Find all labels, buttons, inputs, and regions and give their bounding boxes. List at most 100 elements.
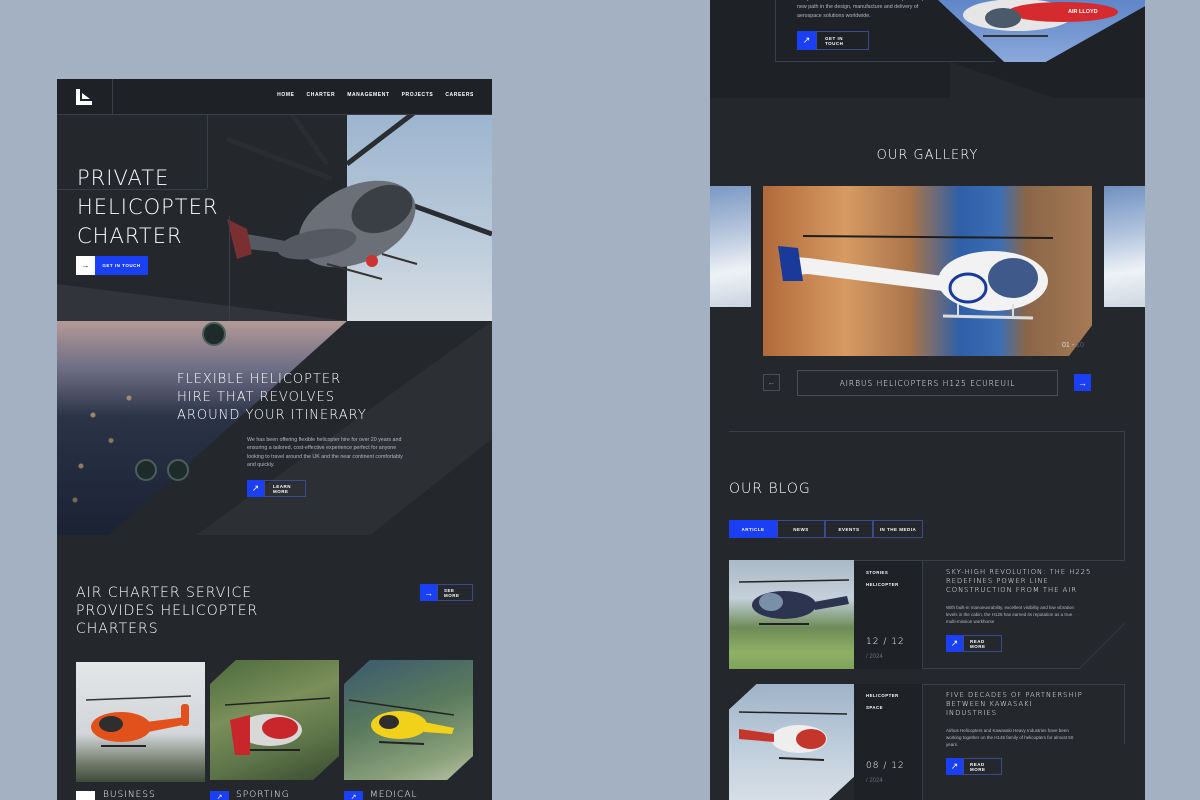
hero-title-line: HELICOPTER: [77, 195, 219, 219]
careers-cta-arrow[interactable]: ↗: [797, 31, 816, 50]
blog-tabs: ARTICLE NEWS EVENTS IN THE MEDIA: [729, 520, 923, 538]
blog-title: OUR BLOG: [729, 481, 811, 497]
nav-careers[interactable]: CAREERS: [445, 92, 474, 98]
business-card-photo[interactable]: [76, 662, 205, 782]
post-read-more-button[interactable]: READ MORE: [963, 758, 1002, 775]
top-nav: HOME CHARTER MANAGEMENT PROJECTS CAREERS: [57, 79, 492, 115]
tab-in-the-media[interactable]: IN THE MEDIA: [873, 520, 923, 538]
post-tag[interactable]: SPACE: [866, 705, 883, 710]
post-tag[interactable]: STORIES: [866, 570, 888, 575]
blog-frame-line: [1124, 431, 1125, 561]
service-title: AIR CHARTER SERVICE PROVIDES HELICOPTER …: [76, 584, 258, 638]
hero-grid-line: [229, 216, 230, 321]
flex-title-line: AROUND YOUR ITINERARY: [177, 408, 367, 423]
red-white-helicopter-image: [738, 711, 848, 761]
post-body: With built-in manoeuvrability, excellent…: [946, 605, 1074, 624]
gallery-prev-photo[interactable]: [710, 186, 751, 307]
gallery-prev-button[interactable]: ←: [763, 374, 780, 391]
post-title-line: CONSTRUCTION FROM THE AIR: [946, 586, 1077, 594]
tab-in-the-media-label: IN THE MEDIA: [879, 526, 917, 532]
post-title: SKY-HIGH REVOLUTION: THE H225 REDEFINES …: [946, 568, 1091, 595]
top-section-divider: [775, 61, 995, 62]
gallery-caption-text: AIRBUS HELICOPTERS H125 ECUREUIL: [839, 378, 1016, 388]
post-read-more-arrow[interactable]: ↗: [946, 635, 963, 652]
arrow-right-icon: →: [1078, 377, 1087, 388]
service-title-line: PROVIDES HELICOPTER: [76, 603, 259, 619]
post-read-more-label: READ MORE: [970, 638, 986, 649]
cockpit-gauge: [202, 322, 226, 346]
tab-news[interactable]: NEWS: [777, 520, 825, 538]
flex-title-line: HIRE THAT REVOLVES: [177, 390, 335, 405]
gallery-main-photo[interactable]: [763, 186, 1092, 356]
sporting-card-label[interactable]: SPORTING: [236, 790, 290, 800]
service-title-line: CHARTERS: [76, 621, 159, 637]
gallery-counter-current: 01: [1062, 342, 1070, 349]
careers-body: Are you an innovation leader? Come and h…: [797, 0, 932, 19]
tab-events[interactable]: EVENTS: [825, 520, 873, 538]
flex-body: We has been offering flexible helicopter…: [247, 437, 403, 468]
hero-cta-group[interactable]: → GET IN TOUCH: [76, 256, 148, 275]
gallery-counter-total: 10: [1076, 342, 1084, 349]
landing-page-left: HOME CHARTER MANAGEMENT PROJECTS CAREERS…: [57, 79, 492, 800]
post-photo[interactable]: [729, 560, 854, 669]
service-title-line: AIR CHARTER SERVICE: [76, 585, 253, 601]
post-photo[interactable]: [729, 684, 854, 800]
gallery-next-photo[interactable]: [1104, 186, 1145, 307]
blog-post: STORIES HELICOPTER 12 / 12 / 2024 SKY-HI…: [729, 560, 1125, 670]
post-title-line: SKY-HIGH REVOLUTION: THE H225: [946, 568, 1092, 576]
post-meta-column: [854, 684, 922, 800]
gallery-caption: AIRBUS HELICOPTERS H125 ECUREUIL: [797, 370, 1058, 396]
post-read-more-button[interactable]: READ MORE: [963, 635, 1002, 652]
gallery-title: OUR GALLERY: [876, 148, 979, 163]
post-title-line: BETWEEN KAWASAKI: [946, 700, 1033, 708]
post-title-line: REDEFINES POWER LINE: [946, 577, 1049, 585]
careers-cta-button[interactable]: GET IN TOUCH: [816, 31, 869, 50]
medical-card-label[interactable]: MEDICAL: [370, 790, 418, 800]
logo[interactable]: [57, 79, 113, 115]
post-divider: [923, 684, 1125, 685]
blog-frame-line: [729, 431, 1125, 432]
post-tag[interactable]: HELICOPTER: [866, 582, 899, 587]
medical-card-photo[interactable]: [344, 660, 473, 780]
post-year: / 2024: [866, 778, 883, 784]
post-date: 12 / 12: [866, 637, 905, 647]
sporting-card-photo[interactable]: [210, 660, 339, 780]
nav-home[interactable]: HOME: [277, 92, 294, 98]
post-tag[interactable]: HELICOPTER: [866, 693, 899, 698]
top-section-divider: [775, 0, 776, 62]
nav-links: HOME CHARTER MANAGEMENT PROJECTS CAREERS: [277, 92, 474, 98]
air-lloyd-livery-text: AIR LLOYD: [1068, 9, 1098, 15]
service-cta-label: SEE MORE: [444, 587, 460, 598]
post-column-line: [1124, 684, 1125, 744]
arrow-left-icon: ←: [767, 378, 776, 387]
post-read-more-label: READ MORE: [970, 761, 986, 772]
flex-cta-arrow[interactable]: ↗: [247, 480, 264, 497]
post-column-line: [922, 684, 923, 800]
arrow-right-icon: →: [424, 587, 433, 598]
gallery-next-button[interactable]: →: [1074, 374, 1091, 391]
flex-cta-button[interactable]: LEARN MORE: [264, 480, 306, 497]
service-cta-button[interactable]: SEE MORE: [437, 584, 473, 601]
hero-cta-button[interactable]: GET IN TOUCH: [95, 256, 148, 275]
nav-management[interactable]: MANAGEMENT: [347, 92, 389, 98]
nav-projects[interactable]: PROJECTS: [402, 92, 434, 98]
nav-charter[interactable]: CHARTER: [307, 92, 336, 98]
flex-title-line: FLEXIBLE HELICOPTER: [177, 372, 342, 387]
tab-article[interactable]: ARTICLE: [729, 520, 777, 538]
gallery-counter: 01 - 10: [1062, 342, 1084, 349]
cockpit-gauge: [167, 459, 189, 481]
blog-post: HELICOPTER SPACE 08 / 12 / 2024 FIVE DEC…: [729, 684, 1125, 800]
business-card-label[interactable]: BUSINESS: [103, 790, 156, 800]
cockpit-gauge: [135, 459, 157, 481]
post-meta-column: [854, 561, 922, 669]
post-read-more-arrow[interactable]: ↗: [946, 758, 963, 775]
post-column-line: [922, 560, 923, 669]
post-frame-corner: [1079, 623, 1125, 669]
business-card-icon: [76, 791, 95, 800]
arrow-up-right-icon: ↗: [251, 483, 260, 493]
hero-cta-arrow-box: →: [76, 256, 95, 275]
tab-news-label: NEWS: [793, 526, 809, 532]
logo-mark: [76, 89, 92, 105]
service-cta-arrow[interactable]: →: [420, 584, 437, 601]
red-helicopter-image: [224, 697, 331, 755]
